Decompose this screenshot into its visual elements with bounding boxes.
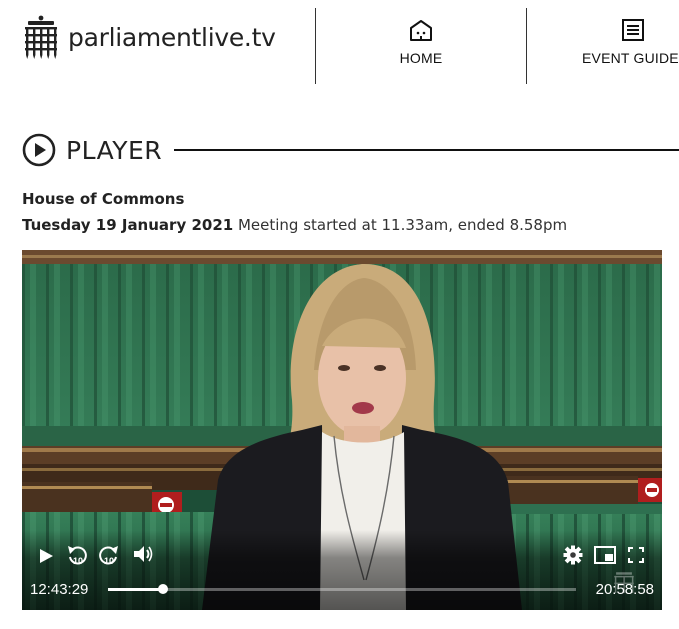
heading-rule — [174, 149, 679, 151]
event-details: Tuesday 19 January 2021 Meeting started … — [22, 216, 567, 234]
forward-seconds: 10 — [104, 556, 114, 566]
picture-in-picture-icon[interactable] — [594, 546, 616, 564]
site-header: parliamentlive.tv HOME EVENT GUIDE — [0, 0, 679, 90]
nav-event-guide-label: EVENT GUIDE — [582, 50, 679, 66]
settings-gear-icon[interactable] — [563, 545, 583, 565]
rewind-seconds: 10 — [73, 556, 83, 566]
play-icon[interactable] — [38, 548, 54, 564]
fullscreen-icon[interactable] — [628, 547, 644, 563]
event-house: House of Commons — [22, 190, 185, 208]
total-time: 20:58:58 — [595, 581, 654, 598]
current-time: 12:43:29 — [30, 581, 89, 598]
portcullis-logo-icon — [25, 15, 57, 59]
progress-track[interactable] — [108, 584, 576, 594]
nav-divider — [526, 8, 527, 84]
nav-event-guide[interactable]: EVENT GUIDE — [582, 18, 679, 66]
event-date: Tuesday 19 January 2021 — [22, 216, 234, 234]
progress-knob[interactable] — [157, 584, 168, 594]
site-logo[interactable]: parliamentlive.tv — [22, 14, 276, 60]
rewind-10-icon[interactable]: 10 — [66, 544, 88, 566]
event-guide-icon — [622, 19, 644, 41]
forward-10-icon[interactable]: 10 — [98, 544, 120, 566]
volume-icon[interactable] — [132, 544, 154, 564]
player-title: PLAYER — [66, 135, 163, 165]
video-controls-bar — [22, 530, 662, 610]
nav-home[interactable]: HOME — [384, 18, 458, 66]
site-name: parliamentlive.tv — [68, 22, 276, 52]
home-icon — [410, 20, 432, 41]
play-circle-icon — [22, 133, 56, 167]
nav-home-label: HOME — [399, 50, 443, 66]
video-player[interactable]: 10 10 12:43:29 20:58:58 — [22, 250, 662, 610]
player-section-heading: PLAYER — [22, 133, 679, 167]
event-meeting-time: Meeting started at 11.33am, ended 8.58pm — [237, 216, 568, 234]
nav-divider — [315, 8, 316, 84]
progress-fill — [108, 588, 163, 591]
